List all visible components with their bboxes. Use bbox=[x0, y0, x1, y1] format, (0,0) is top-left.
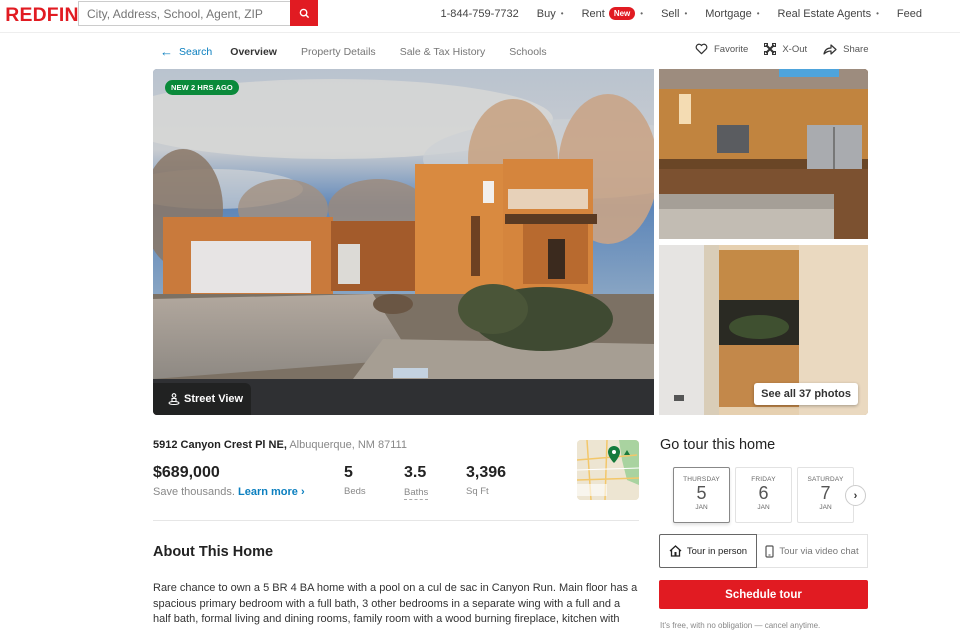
share-icon bbox=[823, 43, 837, 55]
nav-sell-label: Sell bbox=[661, 7, 680, 20]
sqft-value: 3,396 bbox=[466, 464, 507, 481]
list-price: $689,000 bbox=[153, 464, 220, 481]
date-day: 5 bbox=[696, 483, 707, 503]
search-input[interactable] bbox=[78, 1, 290, 26]
new-listing-badge: NEW 2 HRS AGO bbox=[165, 80, 239, 95]
house-icon bbox=[669, 545, 682, 557]
favorite-button[interactable]: Favorite bbox=[695, 43, 748, 55]
street-view-button[interactable]: Street View bbox=[153, 383, 251, 415]
tour-heading: Go tour this home bbox=[660, 437, 776, 453]
main-nav: 1-844-759-7732 Buy • Rent New • Sell • Mortg… bbox=[441, 7, 922, 20]
date-month: JAN bbox=[695, 504, 708, 511]
date-weekday: THURSDAY bbox=[683, 476, 720, 483]
learn-more-link[interactable]: Learn more › bbox=[238, 486, 305, 498]
about-heading: About This Home bbox=[153, 544, 274, 560]
nav-rent-label: Rent bbox=[581, 7, 605, 20]
xout-button[interactable]: X-Out bbox=[764, 43, 807, 55]
nav-mortgage[interactable]: Mortgage • bbox=[705, 8, 759, 20]
search-icon bbox=[299, 8, 309, 18]
section-divider bbox=[153, 520, 639, 521]
tour-in-person-option[interactable]: Tour in person bbox=[659, 534, 757, 568]
nav-mortgage-label: Mortgage bbox=[705, 7, 752, 20]
tour-video-label: Tour via video chat bbox=[779, 545, 859, 557]
tour-disclaimer: It's free, with no obligation — cancel a… bbox=[660, 621, 821, 630]
chevron-right-icon: › bbox=[853, 489, 858, 502]
nav-feed[interactable]: Feed bbox=[897, 8, 922, 20]
back-label: Search bbox=[179, 45, 213, 58]
beds-label: Beds bbox=[344, 486, 366, 497]
about-description: Rare chance to own a 5 BR 4 BA home with… bbox=[153, 582, 638, 625]
house-exterior-image bbox=[153, 69, 654, 415]
nav-agents-label: Real Estate Agents bbox=[777, 7, 872, 20]
map-image bbox=[577, 440, 639, 500]
caret-icon: • bbox=[640, 9, 644, 18]
street-view-person-icon bbox=[168, 393, 180, 405]
learn-more-label: Learn more bbox=[238, 486, 298, 498]
redfin-logo[interactable]: REDFIN bbox=[5, 5, 78, 27]
caret-icon: • bbox=[876, 9, 879, 18]
baths-label[interactable]: Baths bbox=[404, 487, 429, 500]
tab-overview[interactable]: Overview bbox=[230, 46, 277, 58]
date-weekday: SATURDAY bbox=[807, 476, 844, 483]
tour-video-option[interactable]: Tour via video chat bbox=[757, 534, 868, 568]
date-month: JAN bbox=[819, 504, 832, 511]
top-header: REDFIN 1-844-759-7732 Buy • RentNew • Sell… bbox=[0, 0, 960, 33]
see-all-photos-button[interactable]: See all 37 photos bbox=[754, 383, 858, 405]
new-badge: New bbox=[608, 7, 636, 20]
chevron-right-icon: › bbox=[301, 486, 305, 498]
date-day: 6 bbox=[758, 483, 769, 503]
date-month: JAN bbox=[757, 504, 770, 511]
baths-value: 3.5 bbox=[404, 464, 427, 481]
kitchen-photo[interactable] bbox=[659, 69, 868, 239]
baths-stat[interactable]: 3.5 Baths bbox=[404, 464, 429, 500]
next-dates-button[interactable]: › bbox=[845, 485, 866, 506]
search-button[interactable] bbox=[290, 0, 318, 26]
schedule-tour-button[interactable]: Schedule tour bbox=[659, 580, 868, 609]
property-subnav: ← Search Overview Property Details Sale &… bbox=[160, 44, 571, 59]
tab-schools[interactable]: Schools bbox=[509, 46, 546, 58]
kitchen-image bbox=[659, 69, 868, 239]
share-button[interactable]: Share bbox=[823, 43, 869, 55]
tour-date-option[interactable]: FRIDAY 6 JAN bbox=[735, 467, 792, 523]
nav-buy-label: Buy bbox=[536, 7, 556, 20]
save-text: Save thousands. bbox=[153, 486, 235, 498]
heart-icon bbox=[695, 43, 708, 55]
city-state-zip: Albuquerque, NM 87111 bbox=[289, 439, 407, 451]
street-address: 5912 Canyon Crest Pl NE, bbox=[153, 439, 287, 451]
nav-sell[interactable]: Sell • bbox=[661, 8, 687, 20]
property-address: 5912 Canyon Crest Pl NE, Albuquerque, NM… bbox=[153, 439, 407, 451]
nav-agents[interactable]: Real Estate Agents • bbox=[778, 8, 879, 20]
favorite-label: Favorite bbox=[714, 43, 749, 55]
listing-actions: Favorite X-Out Share bbox=[695, 43, 869, 55]
date-weekday: FRIDAY bbox=[751, 476, 776, 483]
map-thumbnail[interactable] bbox=[577, 440, 639, 500]
phone-number[interactable]: 1-844-759-7732 bbox=[441, 8, 519, 20]
tour-in-person-label: Tour in person bbox=[686, 545, 748, 557]
caret-icon: • bbox=[560, 9, 564, 18]
main-photo[interactable]: NEW 2 HRS AGO Street View bbox=[153, 69, 654, 415]
tab-sale-tax-history[interactable]: Sale & Tax History bbox=[400, 46, 486, 58]
x-out-icon bbox=[764, 43, 777, 55]
arrow-left-icon: ← bbox=[160, 44, 173, 59]
back-to-search[interactable]: ← Search bbox=[160, 44, 212, 59]
beds-stat: 5 Beds bbox=[344, 464, 366, 497]
share-label: Share bbox=[843, 43, 869, 55]
phone-icon bbox=[765, 544, 774, 558]
tab-property-details[interactable]: Property Details bbox=[301, 46, 376, 58]
caret-icon: • bbox=[684, 9, 688, 18]
nav-buy[interactable]: Buy • bbox=[537, 8, 564, 20]
street-view-label: Street View bbox=[184, 393, 244, 405]
wetbar-photo[interactable]: See all 37 photos bbox=[659, 245, 868, 415]
xout-label: X-Out bbox=[782, 43, 808, 55]
save-thousands: Save thousands. Learn more › bbox=[153, 486, 305, 498]
caret-icon: • bbox=[756, 9, 760, 18]
beds-value: 5 bbox=[344, 464, 353, 481]
sqft-label: Sq Ft bbox=[466, 486, 489, 497]
sqft-stat: 3,396 Sq Ft bbox=[466, 464, 506, 497]
tour-date-option[interactable]: THURSDAY 5 JAN bbox=[673, 467, 730, 523]
nav-rent[interactable]: Rent New • bbox=[581, 7, 644, 20]
